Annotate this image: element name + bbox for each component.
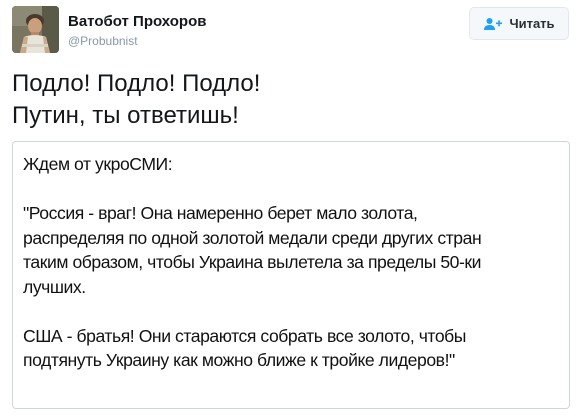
- image-text-line: таким образом, чтобы Украина вылетела за…: [23, 252, 482, 272]
- image-text-line: США - братья! Они стараются собрать все …: [23, 325, 467, 346]
- avatar-photo: [12, 6, 59, 53]
- image-heading: Ждем от укроСМИ:: [23, 154, 173, 174]
- user-handle[interactable]: @Probubnist: [68, 34, 138, 48]
- image-text-line: "Россия - враг! Она намеренно берет мало…: [23, 203, 418, 223]
- image-text-line: распределяя по одной золотой медали сред…: [23, 227, 482, 248]
- tweet-text-line: Подло! Подло! Подло!: [12, 70, 261, 97]
- tweet-card: Ватобот Прохоров @Probubnist Читать Подл…: [0, 0, 580, 415]
- follow-person-plus-icon: [483, 17, 503, 31]
- follow-button-label: Читать: [509, 16, 555, 31]
- image-text-line: лучших.: [23, 276, 86, 297]
- attached-image[interactable]: Ждем от укроСМИ: "Россия - враг! Она нам…: [12, 141, 570, 409]
- user-display-name[interactable]: Ватобот Прохоров: [68, 13, 206, 30]
- image-text-line: подтянуть Украину как можно ближе к трой…: [23, 350, 455, 370]
- tweet-text-line: Путин, ты ответишь!: [12, 102, 239, 129]
- tweet-text: Подло! Подло! Подло! Путин, ты ответишь!: [12, 68, 568, 132]
- follow-button[interactable]: Читать: [469, 7, 569, 40]
- user-avatar[interactable]: [12, 6, 59, 53]
